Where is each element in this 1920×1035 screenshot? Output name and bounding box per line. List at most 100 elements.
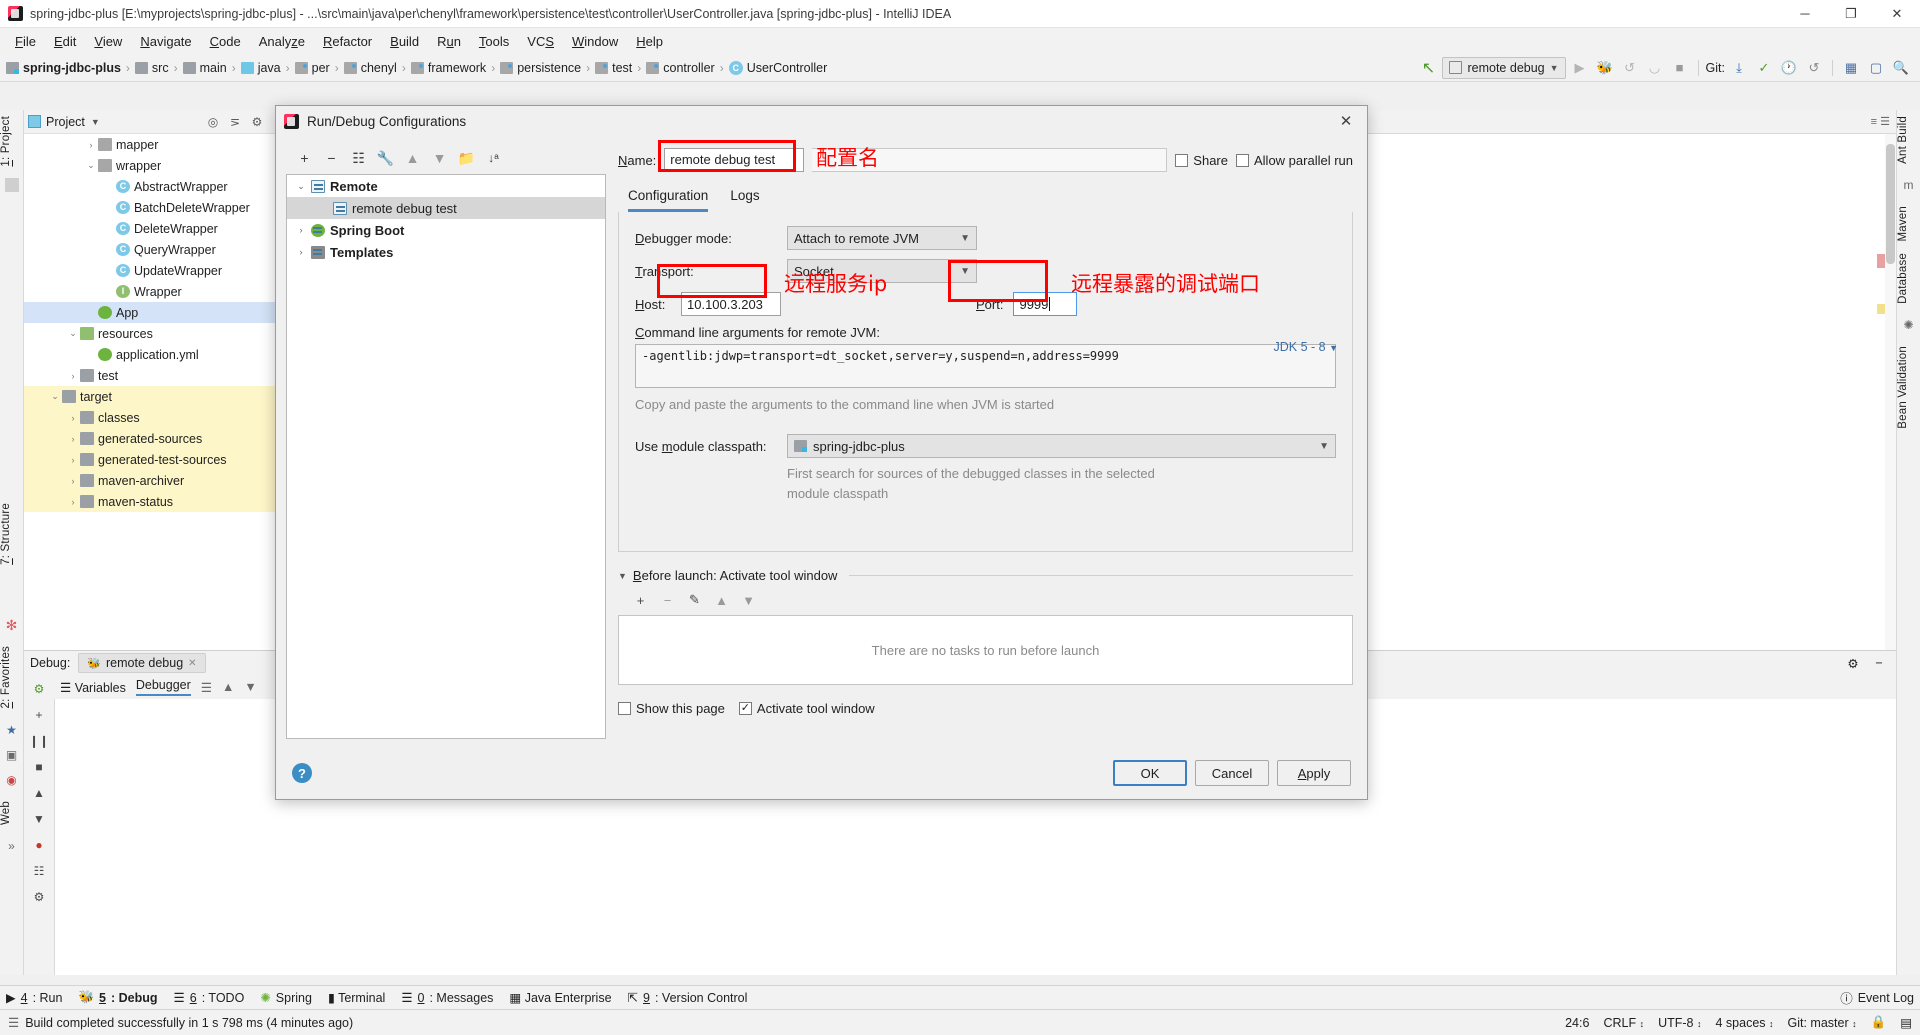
copy-icon[interactable]: ☷ bbox=[346, 146, 371, 170]
toolwindow-messages[interactable]: ☰ 0: Messages bbox=[401, 990, 493, 1006]
pause-icon[interactable]: ❙❙ bbox=[28, 731, 50, 751]
move-up-icon[interactable]: ▲ bbox=[709, 589, 734, 611]
event-log-button[interactable]: ⓘ Event Log bbox=[1840, 988, 1914, 1007]
project-tree-node[interactable]: C BatchDeleteWrapper bbox=[24, 197, 293, 218]
settings-icon[interactable]: ⚙ bbox=[28, 887, 50, 907]
show-this-page-checkbox[interactable]: Show this page bbox=[618, 701, 725, 716]
project-tree-node[interactable]: application.yml bbox=[24, 344, 293, 365]
breadcrumb-item-persistence[interactable]: persistence bbox=[517, 61, 581, 75]
project-tree-node[interactable]: I Wrapper bbox=[24, 281, 293, 302]
git-revert-icon[interactable]: ↺ bbox=[1803, 57, 1825, 79]
breadcrumb-item-usercontroller[interactable]: UserController bbox=[747, 61, 828, 75]
export-icon[interactable]: ▼ bbox=[244, 680, 256, 694]
tab-debugger[interactable]: Debugger bbox=[135, 678, 191, 696]
import-icon[interactable]: ▲ bbox=[222, 680, 234, 694]
dialog-close-button[interactable]: ✕ bbox=[1333, 108, 1359, 134]
sidebar-item-project[interactable]: 1: Project bbox=[0, 110, 12, 173]
star-icon[interactable]: ★ bbox=[2, 720, 22, 740]
tab-logs[interactable]: Logs bbox=[730, 188, 759, 212]
tree-toggle-icon[interactable]: › bbox=[66, 434, 80, 444]
tree-toggle-icon[interactable]: › bbox=[66, 497, 80, 507]
favorites-heart-icon[interactable]: ✻ bbox=[2, 615, 22, 635]
collapse-all-icon[interactable]: ⋝ bbox=[225, 112, 245, 132]
tab-variables[interactable]: ☰ Variables bbox=[60, 680, 126, 695]
remove-icon[interactable]: − bbox=[319, 146, 344, 170]
breadcrumb-item-per[interactable]: per bbox=[312, 61, 330, 75]
add-icon[interactable]: + bbox=[628, 589, 653, 611]
stop-icon[interactable]: ■ bbox=[1669, 57, 1691, 79]
toolwindow-terminal[interactable]: ▮ Terminal bbox=[328, 990, 385, 1005]
project-tree-node[interactable]: ⌄ target bbox=[24, 386, 293, 407]
remove-icon[interactable]: − bbox=[655, 589, 680, 611]
toolwindow-version-control[interactable]: ⇱ 9: Version Control bbox=[628, 990, 748, 1006]
bookmarks-icon[interactable] bbox=[4, 177, 19, 192]
config-tree-node[interactable]: remote debug test bbox=[287, 197, 605, 219]
search-icon[interactable]: 🔍 bbox=[1890, 57, 1912, 79]
project-tree-node[interactable]: App bbox=[24, 302, 293, 323]
run-with-coverage-icon[interactable]: ↺ bbox=[1619, 57, 1641, 79]
move-down-icon[interactable]: ▼ bbox=[427, 146, 452, 170]
edit-templates-icon[interactable]: 🔧 bbox=[373, 146, 398, 170]
project-tree-node[interactable]: › classes bbox=[24, 407, 293, 428]
port-input[interactable]: 9999 bbox=[1013, 292, 1078, 316]
tree-toggle-icon[interactable]: ⌄ bbox=[66, 328, 80, 339]
breadcrumb-item-main[interactable]: main bbox=[200, 61, 227, 75]
line-separator[interactable]: CRLF ↕ bbox=[1603, 1016, 1644, 1030]
menu-navigate[interactable]: Navigate bbox=[131, 31, 200, 52]
tree-toggle-icon[interactable]: › bbox=[66, 455, 80, 465]
project-tree-node[interactable]: › generated-test-sources bbox=[24, 449, 293, 470]
tree-toggle-icon[interactable]: › bbox=[66, 413, 80, 423]
tree-toggle-icon[interactable]: ⌄ bbox=[291, 181, 311, 192]
menu-edit[interactable]: Edit bbox=[45, 31, 85, 52]
sidebar-item-web[interactable]: Web bbox=[0, 795, 12, 831]
add-icon[interactable]: + bbox=[292, 146, 317, 170]
project-tree-node[interactable]: › mapper bbox=[24, 134, 293, 155]
git-history-icon[interactable]: 🕐 bbox=[1778, 57, 1800, 79]
scrollbar-thumb[interactable] bbox=[1886, 144, 1895, 264]
sidebar-item-database[interactable]: Database bbox=[1897, 247, 1909, 310]
tab-configuration[interactable]: Configuration bbox=[628, 188, 709, 212]
lock-icon[interactable]: 🔒 bbox=[1871, 1015, 1887, 1030]
memory-indicator[interactable]: ▤ bbox=[1900, 1015, 1912, 1030]
profile-icon[interactable]: ◡ bbox=[1644, 57, 1666, 79]
tree-toggle-icon[interactable]: ⌄ bbox=[48, 391, 62, 402]
debugger-mode-select[interactable]: Attach to remote JVM ▼ bbox=[787, 226, 977, 250]
locate-icon[interactable]: ◎ bbox=[203, 112, 223, 132]
run-anything-icon[interactable]: ▢ bbox=[1865, 57, 1887, 79]
command-line-args-input[interactable]: -agentlib:jdwp=transport=dt_socket,serve… bbox=[635, 344, 1336, 388]
more-icon[interactable]: » bbox=[2, 836, 22, 856]
allow-parallel-run-checkbox[interactable]: Allow parallel run bbox=[1236, 153, 1353, 168]
move-up-icon[interactable]: ▲ bbox=[400, 146, 425, 170]
debug-session-tab[interactable]: 🐝 remote debug ✕ bbox=[78, 653, 206, 673]
config-tree-node[interactable]: › Templates bbox=[287, 241, 605, 263]
config-tree-node[interactable]: ⌄ Remote bbox=[287, 175, 605, 197]
sidebar-item-maven[interactable]: Maven bbox=[1897, 200, 1909, 248]
run-configuration-selector[interactable]: remote debug ▼ bbox=[1442, 56, 1566, 79]
project-tree-node[interactable]: C QueryWrapper bbox=[24, 239, 293, 260]
close-icon[interactable]: ✕ bbox=[188, 658, 196, 669]
chevron-down-icon[interactable]: ▼ bbox=[91, 117, 100, 127]
run-icon[interactable]: ▶ bbox=[1569, 57, 1591, 79]
bean-icon[interactable]: ✺ bbox=[1899, 315, 1919, 335]
mute-breakpoints-icon[interactable]: ● bbox=[28, 835, 50, 855]
tree-toggle-icon[interactable]: › bbox=[84, 140, 98, 150]
sidebar-item-structure[interactable]: 7: Structure bbox=[0, 497, 12, 571]
project-tree-node[interactable]: › maven-archiver bbox=[24, 470, 293, 491]
project-structure-icon[interactable]: ▦ bbox=[1840, 57, 1862, 79]
project-tree-node[interactable]: C AbstractWrapper bbox=[24, 176, 293, 197]
edit-icon[interactable]: ✎ bbox=[682, 589, 707, 611]
toolwindow-debug[interactable]: 🐝 5: Debug bbox=[78, 990, 157, 1005]
share-checkbox[interactable]: Share bbox=[1175, 153, 1228, 168]
menu-tools[interactable]: Tools bbox=[470, 31, 518, 52]
menu-build[interactable]: Build bbox=[381, 31, 428, 52]
cancel-button[interactable]: Cancel bbox=[1195, 760, 1269, 786]
project-tree-node[interactable]: C UpdateWrapper bbox=[24, 260, 293, 281]
tree-toggle-icon[interactable]: ⌄ bbox=[84, 160, 98, 171]
git-update-icon[interactable]: ⤓ bbox=[1728, 57, 1750, 79]
menu-refactor[interactable]: Refactor bbox=[314, 31, 381, 52]
toolwindow-todo[interactable]: ☰ 6: TODO bbox=[174, 990, 245, 1006]
menu-code[interactable]: Code bbox=[201, 31, 250, 52]
breadcrumb-item-controller[interactable]: controller bbox=[663, 61, 714, 75]
breadcrumb-item-java[interactable]: java bbox=[258, 61, 281, 75]
sidebar-item-bean-validation[interactable]: Bean Validation bbox=[1897, 340, 1909, 435]
